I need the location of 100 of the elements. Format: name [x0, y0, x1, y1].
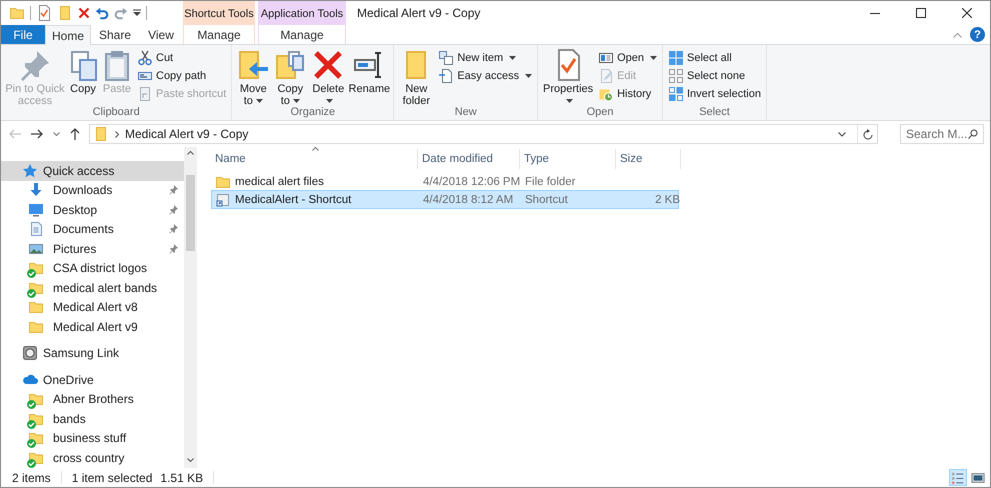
- item-count: 2 items: [12, 470, 51, 484]
- navigation-item[interactable]: bands: [1, 409, 184, 428]
- desktop-icon: [28, 202, 44, 218]
- date-modified: 4/4/2018 8:12 AM: [422, 194, 514, 206]
- navigation-item[interactable]: Quick access: [1, 161, 184, 180]
- chevron-down-icon[interactable]: [53, 132, 60, 136]
- help-button[interactable]: ?: [970, 27, 985, 42]
- new-item-icon: [438, 50, 454, 66]
- group-label: Organize: [290, 106, 336, 120]
- invert-selection-icon: [668, 86, 684, 102]
- ribbon-tab[interactable]: Share: [91, 25, 139, 44]
- file-type: File folder: [524, 176, 576, 188]
- ribbon-button[interactable]: Open: [596, 49, 659, 67]
- ribbon-tab[interactable]: File: [1, 25, 45, 44]
- column-header[interactable]: Name: [211, 149, 418, 169]
- navigation-item[interactable]: CSA district logos: [1, 258, 184, 278]
- ribbon-button[interactable]: New item: [436, 49, 534, 67]
- scrollbar[interactable]: [184, 147, 197, 468]
- scroll-down-icon[interactable]: [187, 458, 194, 462]
- edit-page-icon: [598, 68, 614, 84]
- ribbon-button[interactable]: Copy to: [272, 48, 308, 107]
- maximize-icon: [916, 8, 926, 18]
- ribbon-button[interactable]: Delete: [309, 48, 348, 107]
- undo-icon[interactable]: [95, 6, 109, 20]
- navigation-item[interactable]: Samsung Link: [1, 344, 184, 363]
- navigation-item[interactable]: medical alert bands: [1, 278, 184, 298]
- column-header[interactable]: Type: [520, 149, 616, 169]
- ribbon-button[interactable]: Cut: [135, 49, 228, 67]
- redo-icon[interactable]: [114, 6, 128, 20]
- ribbon-button[interactable]: New folder: [397, 48, 436, 107]
- chevron-down-icon[interactable]: [838, 132, 846, 136]
- ribbon-button[interactable]: Select all: [666, 49, 763, 67]
- pushpin-icon: [19, 49, 51, 81]
- ribbon-button[interactable]: Invert selection: [666, 85, 763, 103]
- group-label: Clipboard: [92, 106, 141, 120]
- details-view-button[interactable]: [949, 469, 967, 486]
- navigation-item[interactable]: Downloads: [1, 180, 184, 200]
- address-bar[interactable]: Medical Alert v9 - Copy: [89, 124, 878, 144]
- column-header[interactable]: Date modified: [418, 149, 520, 169]
- navigation-item[interactable]: Documents: [1, 220, 184, 239]
- ribbon-button[interactable]: History: [596, 85, 659, 103]
- close-icon: [962, 8, 972, 18]
- scroll-up-icon[interactable]: [187, 151, 194, 155]
- file-name: medical alert files: [235, 176, 324, 188]
- folder-pages-icon: [274, 49, 306, 81]
- navigation-item[interactable]: business stuff: [1, 428, 184, 448]
- scroll-thumb[interactable]: [186, 175, 195, 251]
- navigation-item[interactable]: Medical Alert v9: [1, 317, 184, 336]
- folder-icon: [28, 299, 44, 316]
- folder-icon: [93, 126, 109, 142]
- navigation-item[interactable]: Medical Alert v8: [1, 298, 184, 317]
- up-arrow-icon[interactable]: [70, 128, 80, 140]
- navigation-item[interactable]: Desktop: [1, 200, 184, 220]
- pin-icon[interactable]: [169, 224, 178, 234]
- ribbon-button[interactable]: Copy path: [135, 67, 228, 85]
- customize-caret-icon[interactable]: [133, 9, 141, 17]
- select-all-icon: [668, 50, 684, 66]
- ribbon-tab[interactable]: Manage: [258, 25, 346, 44]
- window-title: Medical Alert v9 - Copy: [357, 6, 482, 20]
- pin-icon[interactable]: [169, 185, 178, 196]
- ribbon-tab[interactable]: View: [139, 25, 183, 44]
- sort-caret-icon: [312, 147, 319, 151]
- select-none-icon: [668, 68, 684, 84]
- ribbon-button[interactable]: Move to: [235, 48, 272, 107]
- ribbon-button[interactable]: Easy access: [436, 67, 534, 85]
- refresh-icon: [862, 128, 872, 140]
- contextual-tab-header: Application Tools: [258, 1, 346, 25]
- forward-arrow-icon[interactable]: [31, 129, 43, 139]
- ribbon-button[interactable]: Properties: [541, 48, 596, 107]
- collapse-ribbon-icon[interactable]: [953, 32, 962, 38]
- pin-icon[interactable]: [169, 204, 178, 215]
- file-row[interactable]: medical alert files 4/4/2018 12:06 PM File folder: [211, 172, 679, 191]
- selection-size: 1.51 KB: [160, 470, 204, 484]
- ribbon-button[interactable]: Copy: [67, 48, 99, 107]
- navigation-item[interactable]: OneDrive: [1, 370, 184, 390]
- file-size: 2 KB: [654, 194, 681, 206]
- file-row[interactable]: MedicalAlert - Shortcut 4/4/2018 8:12 AM Shortcut 2 KB: [211, 190, 679, 209]
- navigation-item[interactable]: cross country: [1, 448, 184, 468]
- folder-arrow-icon: [237, 49, 270, 81]
- pin-icon[interactable]: [169, 244, 178, 254]
- ribbon-tab[interactable]: Home: [45, 25, 91, 45]
- address-path[interactable]: Medical Alert v9 - Copy: [125, 127, 827, 141]
- window-icon: [598, 50, 614, 66]
- column-header[interactable]: Size: [616, 149, 681, 169]
- star-icon: [22, 162, 38, 179]
- navigation-item[interactable]: Pictures: [1, 239, 184, 258]
- contextual-tab-header: Shortcut Tools: [183, 1, 255, 25]
- shortcut-icon: [215, 192, 231, 208]
- search-icon: [968, 129, 978, 139]
- shortcut-page-icon: [137, 86, 153, 102]
- check-page-icon[interactable]: [36, 5, 52, 21]
- ribbon-button[interactable]: Select none: [666, 67, 763, 85]
- scissors-icon: [137, 50, 153, 66]
- delete-icon[interactable]: [78, 7, 90, 19]
- chevron-right-icon[interactable]: [115, 130, 119, 138]
- ribbon-button[interactable]: Rename: [348, 48, 390, 107]
- navigation-item[interactable]: Abner Brothers: [1, 390, 184, 409]
- ribbon-tab[interactable]: Manage: [183, 25, 255, 44]
- search-field[interactable]: Search M...: [900, 124, 984, 144]
- group-label: Open: [586, 106, 614, 120]
